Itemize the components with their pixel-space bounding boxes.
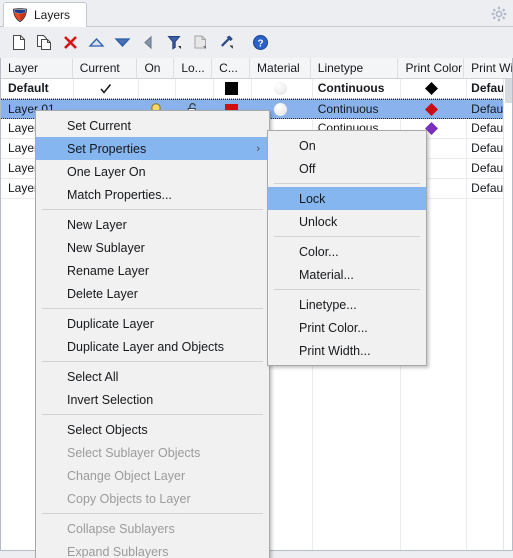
menu-item-select-sublayer-objects: Select Sublayer Objects [67,445,201,460]
menu-item-select-all[interactable]: Select All [36,365,269,388]
submenu-item-material[interactable]: Material... [268,263,426,286]
column-header-material[interactable]: Material [250,58,311,78]
print-color-diamond-icon [424,82,438,95]
menu-separator [42,209,263,210]
layers-toolbar: ? [0,27,513,58]
cell-material[interactable] [250,79,311,98]
cell-print-color[interactable] [398,100,464,118]
menu-item-duplicate-layer[interactable]: Duplicate Layer [36,312,269,335]
menu-item-copy-objects-to-layer: Copy Objects to Layer [67,491,191,506]
check-icon [100,84,111,94]
cell-current[interactable] [73,79,138,98]
menu-item-rename-layer[interactable]: Rename Layer [36,259,269,282]
menu-item-new-layer[interactable]: New Layer [36,213,269,236]
move-layer-down-icon[interactable] [112,32,133,53]
column-header-print-width[interactable]: Print Width [464,58,512,78]
column-header-current[interactable]: Current [73,58,138,78]
table-header-row: Layer Current On Lo... C... Material Lin… [1,58,512,79]
move-layer-up-icon[interactable] [86,32,107,53]
svg-text:?: ? [257,38,263,49]
scrollbar-thumb[interactable] [505,79,512,103]
properties-page-icon[interactable] [190,32,211,53]
menu-item-delete-layer[interactable]: Delete Layer [36,282,269,305]
menu-item-change-object-layer: Change Object Layer [67,468,186,483]
chevron-right-icon: › [256,142,260,155]
submenu-item-lock[interactable]: Lock [268,187,426,210]
material-sphere-icon[interactable] [273,82,287,95]
menu-item-match-properties[interactable]: Match Properties... [36,183,269,206]
submenu-item-off[interactable]: Off [268,157,426,180]
submenu-item-print-color[interactable]: Print Color... [268,316,426,339]
cell-on[interactable] [137,79,174,98]
layer-context-menu: Set Current Set Properties › One Layer O… [35,110,270,558]
cell-lock[interactable] [174,79,212,98]
menu-separator [42,513,263,514]
new-sublayer-icon[interactable] [34,32,55,53]
tab-layers[interactable]: Layers [3,2,88,27]
menu-item-expand-sublayers: Expand Sublayers [67,544,169,558]
vertical-scrollbar[interactable] [503,79,512,550]
menu-separator [42,361,263,362]
cell-layer-name[interactable]: Default [1,79,73,98]
menu-item-duplicate-layer-and-objects[interactable]: Duplicate Layer and Objects [36,335,269,358]
cell-linetype[interactable]: Continuous [311,100,399,118]
menu-item-invert-selection[interactable]: Invert Selection [36,388,269,411]
column-header-linetype[interactable]: Linetype [311,58,399,78]
menu-item-collapse-sublayers: Collapse Sublayers [67,521,175,536]
cell-print-color[interactable] [398,79,464,98]
tab-layers-label: Layers [34,8,71,22]
table-row[interactable]: Default Continuous Default [1,79,512,99]
menu-item-select-objects[interactable]: Select Objects [36,418,269,441]
print-color-diamond-icon [424,102,438,116]
submenu-item-linetype[interactable]: Linetype... [268,293,426,316]
submenu-item-color[interactable]: Color... [268,240,426,263]
column-header-color[interactable]: C... [212,58,251,78]
menu-separator [274,289,420,290]
menu-separator [274,183,420,184]
material-sphere-icon[interactable] [273,102,287,116]
cell-linetype[interactable]: Continuous [311,79,399,98]
menu-separator [42,308,263,309]
help-icon[interactable]: ? [250,32,271,53]
menu-item-set-properties-label: Set Properties [67,141,147,156]
new-layer-icon[interactable] [8,32,29,53]
set-properties-submenu: On Off Lock Unlock Color... Material... … [267,130,427,366]
panel-tabstrip: Layers [0,0,513,27]
gear-icon[interactable] [491,6,507,22]
submenu-item-unlock[interactable]: Unlock [268,210,426,233]
filter-icon[interactable] [164,32,185,53]
menu-separator [274,236,420,237]
tools-hammer-icon[interactable] [216,32,237,53]
menu-item-set-properties[interactable]: Set Properties › [36,137,269,160]
submenu-item-print-width[interactable]: Print Width... [268,339,426,362]
cell-color[interactable] [212,79,250,98]
submenu-item-on[interactable]: On [268,134,426,157]
menu-item-set-current[interactable]: Set Current [36,114,269,137]
column-header-layer[interactable]: Layer [1,58,73,78]
column-header-lock[interactable]: Lo... [174,58,213,78]
menu-separator [42,414,263,415]
color-swatch-black[interactable] [224,82,238,95]
column-header-print-color[interactable]: Print Color [398,58,465,78]
move-layer-left-icon[interactable] [138,32,159,53]
column-header-on[interactable]: On [137,58,175,78]
menu-item-new-sublayer[interactable]: New Sublayer [36,236,269,259]
rhino-layers-icon [12,7,28,23]
menu-item-one-layer-on[interactable]: One Layer On [36,160,269,183]
delete-layer-icon[interactable] [60,32,81,53]
layers-panel: Layers ? Layer Current On Lo... C... Mat… [0,0,513,558]
